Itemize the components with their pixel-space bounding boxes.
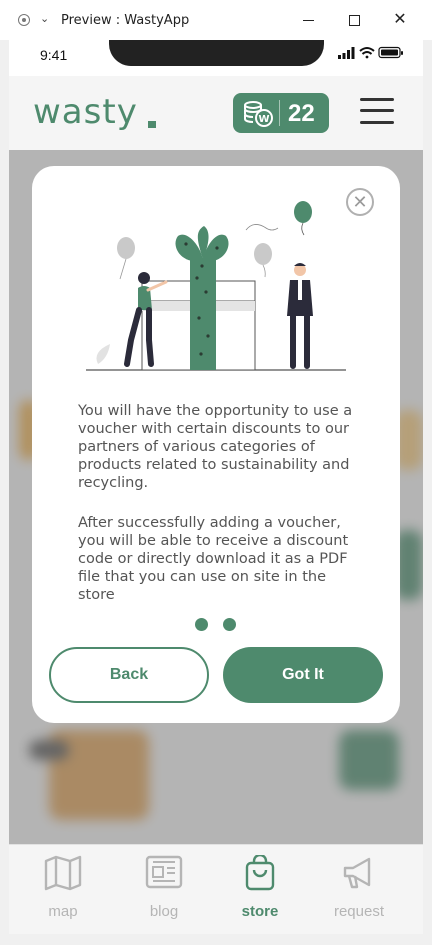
close-window-button[interactable]: ✕ [384, 6, 416, 34]
logo-dot [148, 121, 156, 128]
modal-paragraph-1: You will have the opportunity to use a v… [78, 403, 353, 491]
nav-item-blog[interactable]: blog [124, 853, 204, 923]
battery-icon [378, 46, 403, 59]
wasty-logo: wasty [33, 92, 138, 132]
menu-bar [360, 121, 394, 124]
preview-window: ⌄ Preview : WastyApp ✕ 9:41 wasty W 22 ✕… [0, 0, 432, 945]
status-time: 9:41 [40, 47, 68, 63]
voucher-info-modal: ✕ You will have the opportunity to use a… [32, 166, 400, 723]
close-icon: ✕ [393, 11, 407, 28]
got-it-button[interactable]: Got It [223, 647, 383, 703]
map-icon [44, 855, 82, 891]
back-button[interactable]: Back [49, 647, 209, 703]
blog-icon [145, 855, 183, 889]
nav-label-store: store [241, 903, 279, 920]
chevron-down-icon[interactable]: ⌄ [40, 12, 49, 25]
menu-bar [360, 98, 394, 101]
maximize-button[interactable] [338, 6, 370, 34]
coin-divider [279, 100, 280, 126]
page-dot[interactable] [223, 618, 236, 631]
megaphone-icon [343, 857, 371, 889]
nav-label-request: request [333, 903, 385, 920]
wifi-icon [359, 47, 375, 59]
close-icon: ✕ [352, 192, 368, 212]
bottom-navigation: map blog store request [9, 844, 423, 934]
menu-button[interactable] [360, 96, 394, 126]
status-bar: 9:41 [9, 40, 423, 76]
phone-notch [109, 40, 324, 66]
minimize-button[interactable] [292, 6, 324, 34]
nav-item-map[interactable]: map [23, 853, 103, 923]
nav-item-request[interactable]: request [319, 853, 399, 923]
maximize-icon [348, 14, 360, 26]
page-dot[interactable] [195, 618, 208, 631]
phone-screen: 9:41 wasty W 22 ✕ You will have the oppo… [9, 40, 423, 934]
gift-illustration [86, 201, 346, 371]
shopping-bag-icon [245, 855, 275, 891]
nav-label-map: map [48, 903, 78, 920]
modal-paragraph-2: After successfully adding a voucher, you… [78, 515, 349, 603]
svg-text:W: W [258, 114, 269, 125]
menu-bar [360, 109, 394, 112]
window-titlebar: ⌄ Preview : WastyApp ✕ [0, 0, 432, 40]
coin-count: 22 [288, 100, 315, 127]
record-icon[interactable] [18, 14, 30, 26]
signal-icon [338, 47, 355, 59]
window-title: Preview : WastyApp [61, 13, 190, 28]
status-icons [338, 46, 403, 59]
app-header: wasty W 22 [9, 76, 423, 150]
pagination-dots [195, 618, 245, 632]
minimize-icon [302, 19, 314, 21]
nav-label-blog: blog [149, 903, 179, 920]
coin-balance-badge[interactable]: W 22 [233, 93, 329, 133]
nav-item-store[interactable]: store [220, 853, 300, 923]
coins-icon: W [244, 101, 273, 127]
